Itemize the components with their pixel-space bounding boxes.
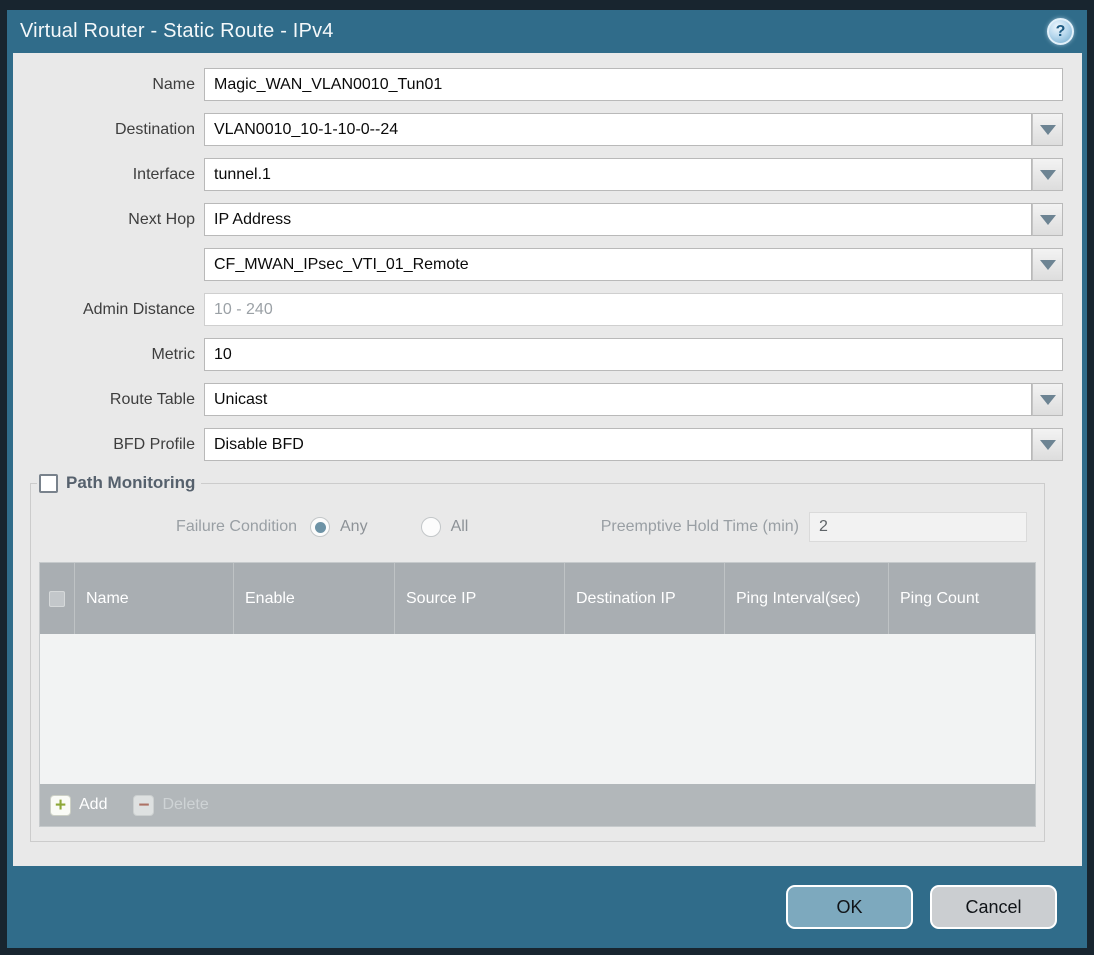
form-row-next-hop-address	[13, 248, 1063, 281]
plus-icon: +	[50, 794, 71, 816]
bfd-profile-dropdown-button[interactable]	[1032, 428, 1063, 461]
next-hop-label: Next Hop	[128, 210, 195, 228]
column-header-ping-interval: Ping Interval(sec)	[724, 563, 888, 634]
form-row-next-hop: Next Hop	[13, 203, 1063, 236]
help-icon[interactable]: ?	[1047, 18, 1074, 45]
path-monitoring-table: Name Enable Source IP Destination IP Pin…	[39, 562, 1036, 827]
metric-input[interactable]	[204, 338, 1063, 371]
radio-selected-dot	[314, 521, 326, 533]
route-table-label: Route Table	[109, 390, 195, 408]
ok-button[interactable]: OK	[786, 885, 913, 929]
path-monitoring-legend: Path Monitoring	[37, 473, 201, 493]
select-all-checkbox	[49, 590, 65, 607]
form-row-bfd-profile: BFD Profile	[13, 428, 1063, 461]
preemptive-hold-time-label: Preemptive Hold Time (min)	[600, 518, 799, 535]
interface-input[interactable]	[204, 158, 1032, 191]
cancel-button[interactable]: Cancel	[930, 885, 1057, 929]
destination-dropdown-button[interactable]	[1032, 113, 1063, 146]
column-header-destination-ip: Destination IP	[564, 563, 724, 634]
destination-input[interactable]	[204, 113, 1032, 146]
table-header-row: Name Enable Source IP Destination IP Pin…	[40, 563, 1035, 634]
bfd-profile-input[interactable]	[204, 428, 1032, 461]
minus-icon: −	[133, 794, 155, 816]
chevron-down-icon	[1039, 214, 1056, 225]
chevron-down-icon	[1039, 394, 1056, 405]
add-button-label: Add	[79, 796, 108, 813]
name-input[interactable]	[204, 68, 1063, 101]
dialog-title: Virtual Router - Static Route - IPv4	[20, 20, 334, 42]
admin-distance-label: Admin Distance	[82, 300, 195, 318]
bfd-profile-label: BFD Profile	[113, 435, 195, 453]
path-monitoring-checkbox[interactable]	[39, 473, 58, 493]
form-row-destination: Destination	[13, 113, 1063, 146]
path-monitoring-title: Path Monitoring	[66, 473, 196, 492]
form-row-metric: Metric	[13, 338, 1063, 371]
next-hop-type-dropdown-button[interactable]	[1032, 203, 1063, 236]
dialog-footer: OK Cancel	[7, 866, 1087, 948]
failure-condition-label: Failure Condition	[176, 518, 297, 535]
select-all-header-cell	[40, 563, 74, 634]
table-empty-body	[40, 634, 1035, 784]
next-hop-type-input[interactable]	[204, 203, 1032, 236]
chevron-down-icon	[1039, 169, 1056, 180]
form-row-name: Name	[13, 68, 1063, 101]
dialog-body: Name Destination Interface	[13, 53, 1082, 866]
failure-condition-any-radio	[310, 517, 330, 537]
next-hop-address-input[interactable]	[204, 248, 1032, 281]
delete-button-label: Delete	[162, 796, 209, 813]
column-header-ping-count: Ping Count	[888, 563, 1035, 634]
dialog-header: Virtual Router - Static Route - IPv4 ?	[7, 10, 1087, 53]
chevron-down-icon	[1039, 439, 1056, 450]
form-row-admin-distance: Admin Distance	[13, 293, 1063, 326]
preemptive-hold-time-input	[809, 512, 1027, 542]
form-row-interface: Interface	[13, 158, 1063, 191]
name-label: Name	[152, 75, 195, 93]
path-monitoring-group: Path Monitoring Failure Condition Any Al…	[30, 473, 1045, 842]
column-header-enable: Enable	[233, 563, 394, 634]
column-header-name: Name	[74, 563, 233, 634]
chevron-down-icon	[1039, 124, 1056, 135]
metric-label: Metric	[151, 345, 195, 363]
screenshot-window-border: Virtual Router - Static Route - IPv4 ? N…	[0, 0, 1094, 955]
admin-distance-input[interactable]	[204, 293, 1063, 326]
route-table-dropdown-button[interactable]	[1032, 383, 1063, 416]
column-header-source-ip: Source IP	[394, 563, 564, 634]
static-route-dialog: Virtual Router - Static Route - IPv4 ? N…	[7, 10, 1087, 948]
interface-dropdown-button[interactable]	[1032, 158, 1063, 191]
next-hop-address-dropdown-button[interactable]	[1032, 248, 1063, 281]
table-toolbar: + Add − Delete	[40, 784, 1035, 826]
failure-condition-all-label: All	[450, 518, 469, 535]
delete-button: − Delete	[133, 794, 209, 816]
destination-label: Destination	[114, 120, 195, 138]
failure-condition-row: Failure Condition Any All Preemptive Hol…	[39, 512, 1036, 542]
add-button[interactable]: + Add	[50, 794, 108, 816]
failure-condition-all-radio	[420, 517, 441, 537]
interface-label: Interface	[132, 165, 195, 183]
chevron-down-icon	[1039, 259, 1056, 270]
form-row-route-table: Route Table	[13, 383, 1063, 416]
failure-condition-any-label: Any	[340, 518, 368, 535]
route-table-input[interactable]	[204, 383, 1032, 416]
